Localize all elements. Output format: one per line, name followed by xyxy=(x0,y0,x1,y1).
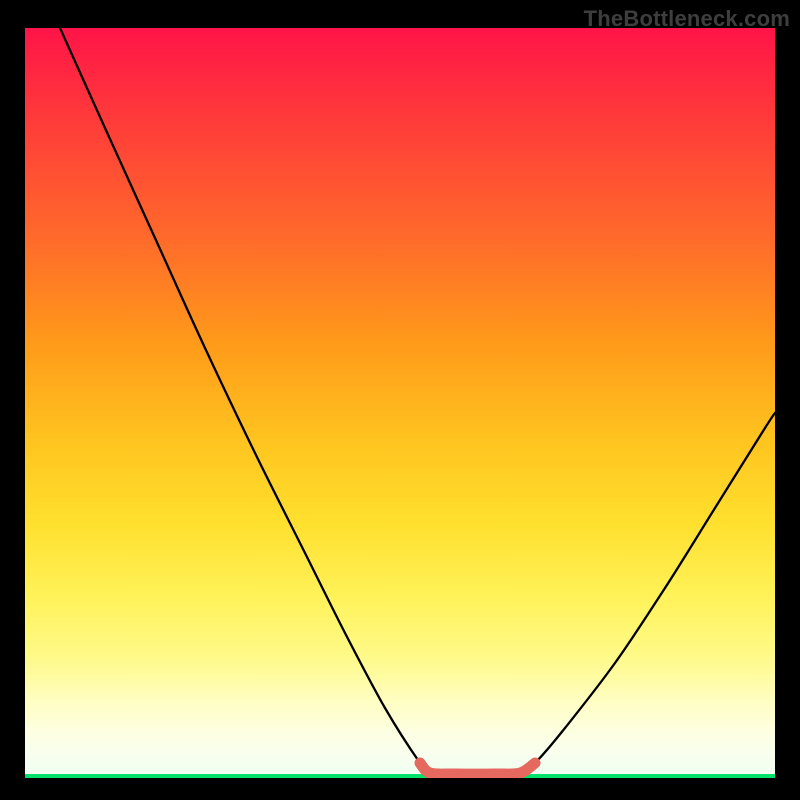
plot-area xyxy=(25,28,775,778)
green-bottom-band xyxy=(25,774,775,778)
app-root: TheBottleneck.com xyxy=(0,0,800,800)
watermark-text: TheBottleneck.com xyxy=(584,6,790,32)
thermal-gradient-background xyxy=(25,28,775,778)
